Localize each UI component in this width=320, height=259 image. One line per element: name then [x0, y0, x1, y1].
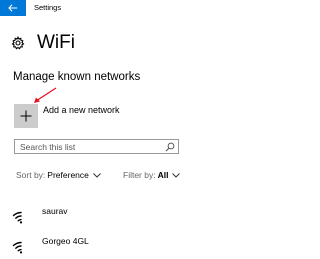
back-button[interactable] — [0, 0, 26, 16]
sort-label: Sort by: — [16, 170, 46, 180]
network-item[interactable]: saurav — [12, 206, 68, 224]
search-icon[interactable] — [164, 140, 176, 153]
add-network-tile[interactable] — [14, 104, 38, 128]
page-title: WiFi — [37, 32, 75, 53]
network-name: saurav — [42, 206, 68, 216]
chevron-down-icon — [172, 172, 181, 178]
add-network-label: Add a new network — [43, 105, 120, 115]
red-arrow-icon — [34, 87, 57, 103]
filter-value: All — [157, 170, 169, 180]
page-header: WiFi — [11, 33, 75, 53]
back-arrow-icon — [8, 4, 18, 12]
chevron-down-icon — [93, 172, 101, 178]
network-name: Gorgeo 4GL — [42, 236, 89, 246]
gear-icon — [11, 36, 25, 50]
sort-value: Preference — [47, 170, 89, 180]
filter-label: Filter by: — [123, 170, 156, 180]
search-input[interactable] — [15, 140, 164, 153]
title-bar: Settings — [0, 0, 300, 16]
search-box[interactable] — [14, 139, 179, 154]
sort-dropdown[interactable]: Sort by: Preference — [16, 170, 101, 180]
plus-icon — [20, 110, 32, 122]
add-network-button[interactable]: Add a new network — [14, 104, 120, 128]
wifi-signal-icon — [12, 241, 23, 254]
filter-dropdown[interactable]: Filter by: All — [123, 170, 181, 180]
section-heading: Manage known networks — [13, 71, 141, 83]
wifi-signal-icon — [12, 211, 23, 224]
app-title: Settings — [34, 3, 62, 12]
network-item[interactable]: Gorgeo 4GL — [12, 236, 89, 254]
